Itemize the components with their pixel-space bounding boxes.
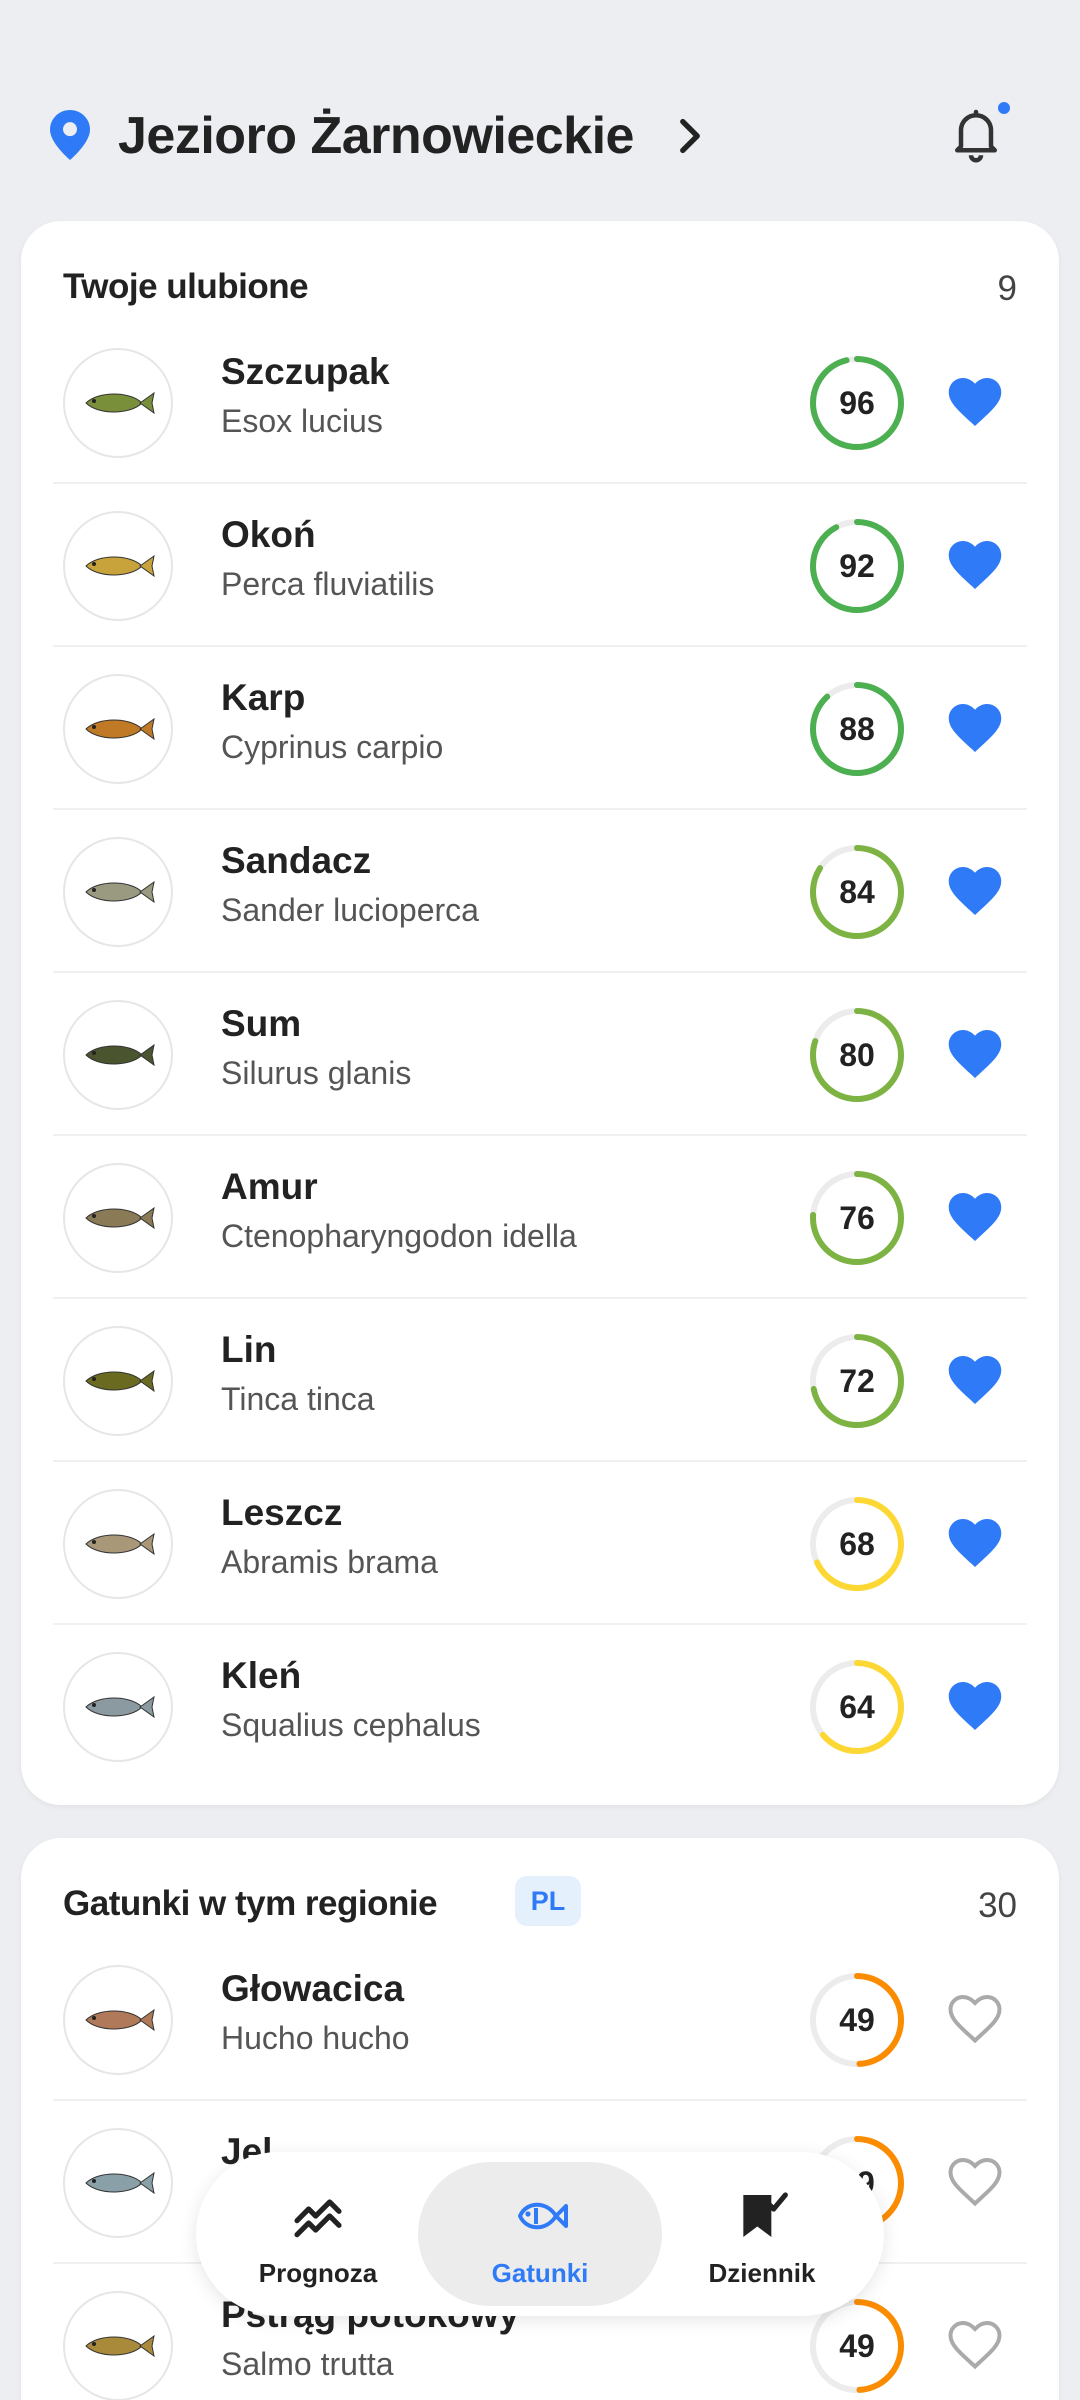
species-name: Karp [221, 677, 306, 718]
favorite-heart-icon[interactable] [945, 536, 1005, 592]
fish-image [63, 837, 173, 947]
list-item[interactable]: Karp Cyprinus carpio 88 [53, 647, 1027, 810]
bite-score-ring: 92 [809, 518, 905, 614]
species-latin-name: Abramis brama [221, 1544, 438, 1580]
bite-score-value: 84 [839, 874, 875, 910]
country-badge: PL [515, 1876, 581, 1926]
heart-outline-icon[interactable] [945, 2316, 1005, 2372]
fish-image [63, 2128, 173, 2238]
header: Jezioro Żarnowieckie [0, 0, 1080, 220]
species-latin-name: Perca fluviatilis [221, 566, 435, 602]
species-latin-name: Sander lucioperca [221, 892, 479, 928]
bite-score-ring: 68 [809, 1496, 905, 1592]
bite-score-value: 49 [839, 2002, 875, 2038]
list-item[interactable]: Leszcz Abramis brama 68 [53, 1462, 1027, 1625]
favorite-heart-icon[interactable] [945, 1351, 1005, 1407]
notification-dot [995, 99, 1013, 117]
fish-icon [517, 2202, 568, 2230]
nav-label-dziennik: Dziennik [708, 2258, 816, 2288]
favorite-heart-icon[interactable] [945, 373, 1005, 429]
fish-image [63, 1965, 173, 2075]
list-item[interactable]: Sum Silurus glanis 80 [53, 973, 1027, 1136]
trend-chart-icon [294, 2199, 342, 2238]
list-item[interactable]: Amur Ctenopharyngodon idella 76 [53, 1136, 1027, 1299]
species-latin-name: Squalius cephalus [221, 1707, 481, 1743]
chevron-right-icon[interactable] [676, 118, 704, 154]
fish-image [63, 1163, 173, 1273]
fish-image [63, 348, 173, 458]
fish-image [63, 674, 173, 784]
bite-score-ring: 72 [809, 1333, 905, 1429]
species-name: Głowacica [221, 1968, 405, 2009]
bite-score-ring: 80 [809, 1007, 905, 1103]
list-item[interactable]: Sandacz Sander lucioperca 84 [53, 810, 1027, 973]
bite-score-value: 92 [839, 548, 875, 584]
nav-label-gatunki: Gatunki [491, 2258, 589, 2288]
list-item[interactable]: Kleń Squalius cephalus 64 [53, 1625, 1027, 1788]
favorite-heart-icon[interactable] [945, 862, 1005, 918]
list-item[interactable]: Lin Tinca tinca 72 [53, 1299, 1027, 1462]
favorites-card: Twoje ulubione 9 Szczupak Esox lucius 96 Ok… [21, 221, 1059, 1805]
bite-score-ring: 64 [809, 1659, 905, 1755]
bite-score-ring: 49 [809, 1972, 905, 2068]
favorite-heart-icon[interactable] [945, 1188, 1005, 1244]
location-title[interactable]: Jezioro Żarnowieckie [118, 106, 634, 166]
list-item[interactable]: Głowacica Hucho hucho 49 [53, 1938, 1027, 2101]
fish-image [63, 2291, 173, 2400]
bite-score-value: 80 [839, 1037, 875, 1073]
location-pin-icon [50, 110, 90, 160]
heart-outline-icon[interactable] [945, 2153, 1005, 2209]
fish-image [63, 1326, 173, 1436]
species-latin-name: Salmo trutta [221, 2346, 394, 2382]
nav-gatunki[interactable]: Gatunki [418, 2162, 662, 2306]
species-latin-name: Hucho hucho [221, 2020, 410, 2056]
species-latin-name: Silurus glanis [221, 1055, 412, 1091]
heart-outline-icon[interactable] [945, 1990, 1005, 2046]
species-latin-name: Cyprinus carpio [221, 729, 444, 765]
region-title: Gatunki w tym regionie [63, 1884, 438, 1923]
fish-image [63, 1000, 173, 1110]
species-name: Sum [221, 1003, 302, 1044]
favorite-heart-icon[interactable] [945, 699, 1005, 755]
species-name: Szczupak [221, 351, 390, 392]
nav-prognoza[interactable]: Prognoza [196, 2162, 440, 2306]
favorites-count: 9 [997, 269, 1017, 308]
favorite-heart-icon[interactable] [945, 1677, 1005, 1733]
species-latin-name: Esox lucius [221, 403, 383, 439]
bite-score-value: 68 [839, 1526, 875, 1562]
fish-image [63, 1652, 173, 1762]
species-latin-name: Ctenopharyngodon idella [221, 1218, 577, 1254]
species-name: Amur [221, 1166, 318, 1207]
species-name: Lin [221, 1329, 277, 1370]
region-header: Gatunki w tym regionie PL 30 [63, 1872, 1017, 1932]
bite-score-ring: 96 [809, 355, 905, 451]
nav-dziennik[interactable]: Dziennik [640, 2162, 884, 2306]
species-name: Leszcz [221, 1492, 343, 1533]
bite-score-value: 64 [839, 1689, 875, 1725]
bookmark-check-icon [743, 2192, 788, 2237]
fish-image [63, 1489, 173, 1599]
species-latin-name: Tinca tinca [221, 1381, 375, 1417]
bite-score-ring: 84 [809, 844, 905, 940]
list-item[interactable]: Szczupak Esox lucius 96 [53, 321, 1027, 484]
favorite-heart-icon[interactable] [945, 1514, 1005, 1570]
species-name: Okoń [221, 514, 316, 555]
species-name: Kleń [221, 1655, 302, 1696]
bite-score-ring: 76 [809, 1170, 905, 1266]
bite-score-value: 76 [839, 1200, 875, 1236]
fish-image [63, 511, 173, 621]
favorites-title: Twoje ulubione [63, 267, 309, 306]
bottom-navigation: Prognoza Gatunki Dziennik [196, 2152, 884, 2316]
region-count: 30 [978, 1886, 1017, 1925]
species-name: Sandacz [221, 840, 372, 881]
bite-score-value: 72 [839, 1363, 875, 1399]
favorites-header: Twoje ulubione 9 [63, 255, 1017, 315]
favorite-heart-icon[interactable] [945, 1025, 1005, 1081]
nav-label-prognoza: Prognoza [258, 2258, 378, 2288]
bite-score-value: 96 [839, 385, 875, 421]
list-item[interactable]: Okoń Perca fluviatilis 92 [53, 484, 1027, 647]
bite-score-value: 88 [839, 711, 875, 747]
bite-score-ring: 88 [809, 681, 905, 777]
